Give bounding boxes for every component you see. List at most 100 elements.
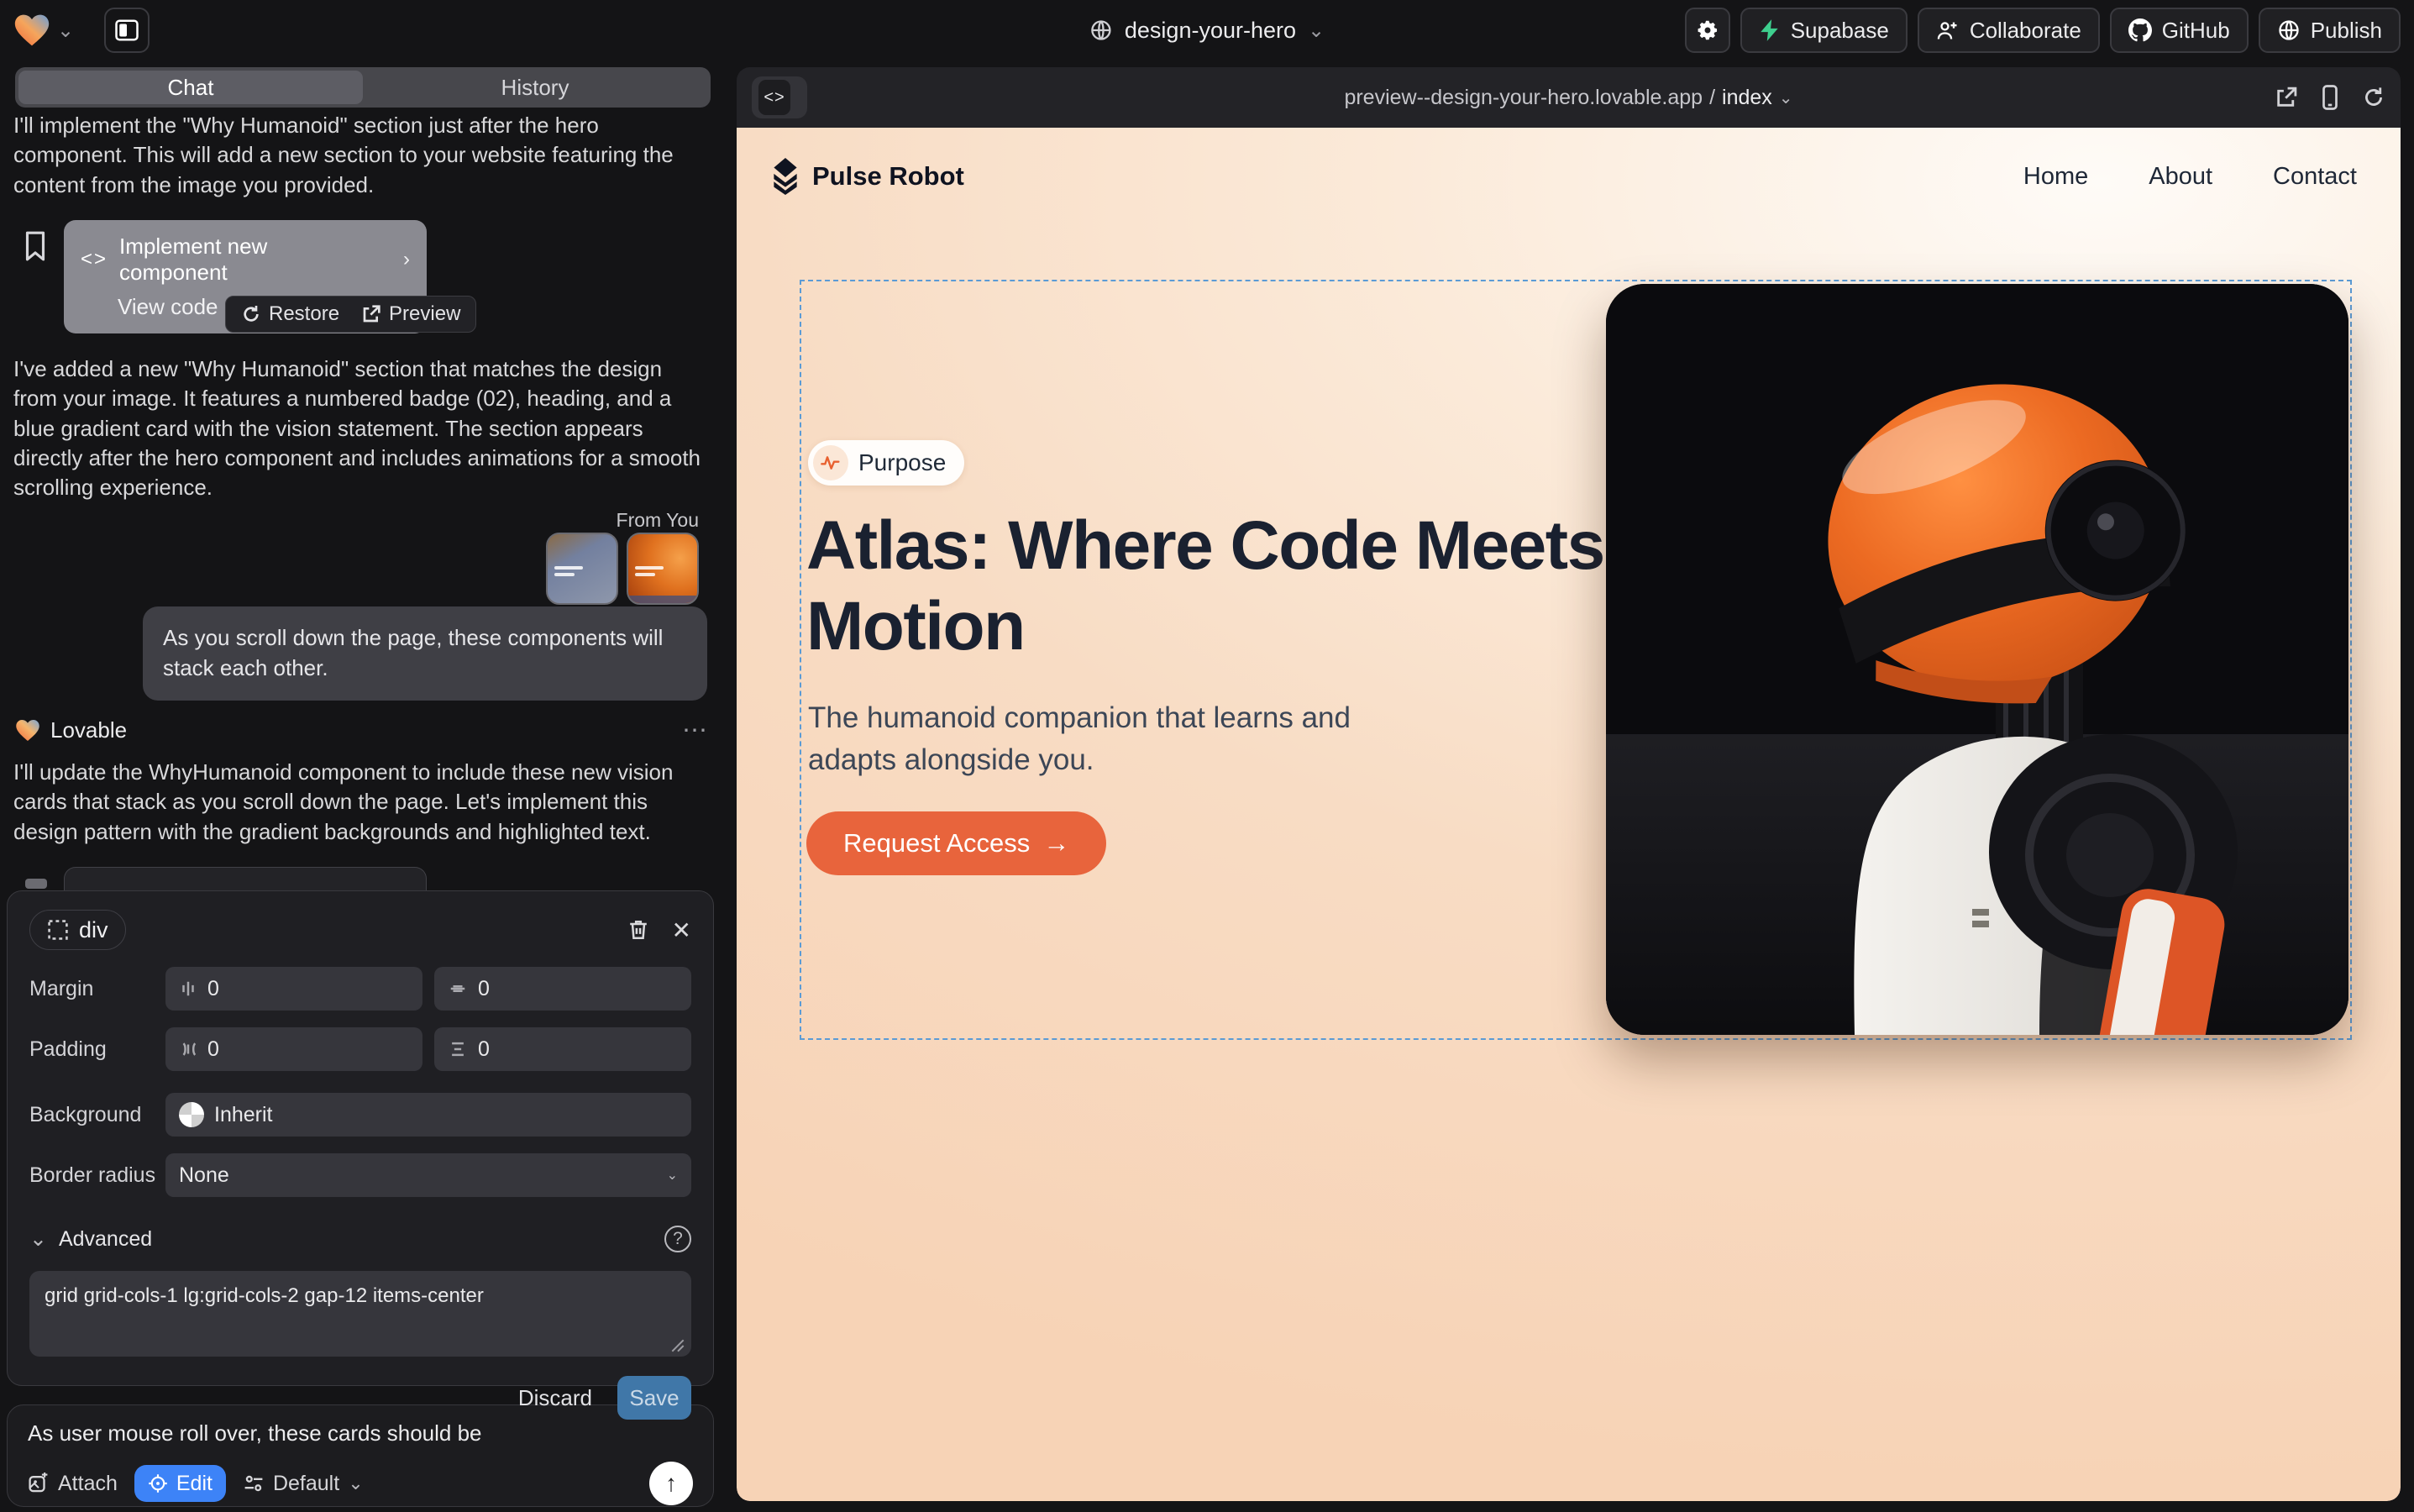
globe-icon (1089, 18, 1113, 42)
nav-home[interactable]: Home (2023, 163, 2088, 191)
edit-mode-button[interactable]: Edit (134, 1465, 226, 1502)
pulse-icon (813, 445, 848, 480)
lovable-heart-icon (13, 13, 50, 48)
tailwind-classes-textarea[interactable]: grid grid-cols-1 lg:grid-cols-2 gap-12 i… (29, 1271, 691, 1357)
attach-button[interactable]: Attach (28, 1472, 118, 1496)
background-field[interactable]: Inherit (165, 1093, 691, 1137)
site-nav: Home About Contact (2023, 163, 2357, 191)
preview-route: index (1722, 86, 1772, 110)
open-external-icon[interactable] (2275, 86, 2298, 109)
lovable-menu-button[interactable]: ⌄ (13, 13, 74, 48)
attachment-image-2[interactable] (627, 533, 699, 605)
attachment-thumbnails (546, 533, 699, 605)
restore-button[interactable]: Restore (241, 302, 339, 326)
site-brand[interactable]: Pulse Robot (770, 158, 964, 195)
padding-x-icon (179, 1039, 197, 1059)
background-label: Background (29, 1103, 165, 1127)
settings-button[interactable] (1685, 8, 1730, 53)
padding-y-field[interactable] (434, 1027, 691, 1071)
attachment-image-1[interactable] (546, 533, 618, 605)
github-button[interactable]: GitHub (2110, 8, 2249, 53)
chevron-down-icon: ⌄ (1308, 18, 1325, 43)
hero-subheadline: The humanoid companion that learns and a… (808, 697, 1430, 780)
component-card-title: Implement new component (119, 234, 380, 286)
project-switcher[interactable]: design-your-hero ⌄ (1089, 18, 1325, 44)
help-icon[interactable]: ? (664, 1226, 691, 1252)
collaborate-button[interactable]: Collaborate (1918, 8, 2100, 53)
toggle-sidebar-button[interactable] (104, 8, 150, 53)
save-button[interactable]: Save (617, 1376, 691, 1420)
chat-sidebar: Chat History I'll implement the "Why Hum… (0, 60, 724, 1512)
rendered-site: Pulse Robot Home About Contact Purpose A… (737, 128, 2401, 1501)
publish-globe-icon (2277, 18, 2301, 42)
send-button[interactable]: ↑ (649, 1462, 693, 1505)
assistant-name: Lovable (50, 717, 127, 743)
preview-button[interactable]: Preview (361, 302, 460, 326)
mode-select[interactable]: Default ⌄ (243, 1472, 364, 1496)
chevron-down-icon: ⌄ (57, 18, 74, 43)
chat-composer: Attach Edit Default ⌄ ↑ (7, 1404, 714, 1507)
chevron-right-icon: › (403, 248, 410, 271)
request-access-button[interactable]: Request Access → (806, 811, 1106, 875)
discard-button[interactable]: Discard (518, 1385, 592, 1411)
lovable-heart-icon (15, 718, 40, 743)
margin-y-icon (448, 979, 468, 998)
element-inspector-panel: div ✕ Margin P (7, 890, 714, 1386)
hero-headline: Atlas: Where Code Meets Motion (806, 506, 1680, 667)
gear-icon (1696, 18, 1719, 42)
padding-x-field[interactable] (165, 1027, 422, 1071)
message-menu-icon[interactable]: ⋯ (682, 716, 709, 745)
chevron-down-icon: ⌄ (29, 1226, 47, 1252)
github-icon (2128, 18, 2152, 42)
preview-url[interactable]: preview--design-your-hero.lovable.app / … (1344, 86, 1792, 110)
close-icon[interactable]: ✕ (672, 916, 691, 944)
margin-y-field[interactable] (434, 967, 691, 1011)
version-hover-toolbar: Restore Preview (225, 296, 476, 333)
clipped-icon (25, 879, 47, 889)
code-view-toggle[interactable]: <> (752, 76, 807, 118)
chat-history-tabs: Chat History (15, 67, 711, 108)
advanced-section-toggle[interactable]: Advanced (59, 1227, 152, 1252)
restore-icon (241, 304, 261, 324)
publish-button[interactable]: Publish (2259, 8, 2401, 53)
nav-contact[interactable]: Contact (2273, 163, 2357, 191)
collaborate-icon (1936, 19, 1960, 41)
sliders-icon (243, 1473, 265, 1494)
hero-robot-image (1606, 284, 2348, 1035)
selected-element-pill[interactable]: div (29, 910, 126, 950)
app-topbar: ⌄ design-your-hero ⌄ Supabase (0, 0, 2414, 60)
assistant-message-1: I'll implement the "Why Humanoid" sectio… (13, 111, 709, 200)
margin-label: Margin (29, 977, 165, 1001)
code-icon: <> (81, 248, 108, 271)
border-radius-select[interactable]: None ⌄ (165, 1153, 691, 1197)
margin-x-field[interactable] (165, 967, 422, 1011)
purpose-badge: Purpose (808, 440, 964, 486)
from-you-label: From You (617, 509, 699, 532)
pulse-robot-logo-icon (770, 158, 800, 195)
nav-about[interactable]: About (2149, 163, 2212, 191)
sidebar-panel-icon (114, 18, 139, 43)
resize-handle[interactable] (671, 1339, 685, 1352)
user-message-bubble: As you scroll down the page, these compo… (143, 606, 707, 701)
padding-y-icon (448, 1040, 468, 1058)
tab-history[interactable]: History (363, 71, 707, 104)
supabase-icon (1759, 18, 1781, 42)
chat-input[interactable] (28, 1420, 693, 1446)
dashed-box-icon (47, 919, 69, 941)
chevron-down-icon: ⌄ (667, 1167, 678, 1184)
border-radius-label: Border radius (29, 1163, 165, 1188)
attach-image-icon (28, 1473, 50, 1494)
color-swatch-icon (179, 1102, 204, 1127)
supabase-button[interactable]: Supabase (1740, 8, 1908, 53)
bookmark-icon[interactable] (22, 230, 49, 262)
chevron-down-icon: ⌄ (1779, 87, 1793, 108)
preview-pane: <> preview--design-your-hero.lovable.app… (737, 67, 2401, 1501)
trash-icon[interactable] (627, 918, 650, 942)
chevron-down-icon: ⌄ (348, 1473, 363, 1494)
tab-chat[interactable]: Chat (18, 71, 363, 104)
padding-label: Padding (29, 1037, 165, 1062)
preview-toolbar: <> preview--design-your-hero.lovable.app… (737, 67, 2401, 128)
mobile-view-icon[interactable] (2320, 85, 2340, 110)
assistant-header: Lovable ⋯ (15, 716, 709, 745)
refresh-icon[interactable] (2362, 86, 2385, 109)
